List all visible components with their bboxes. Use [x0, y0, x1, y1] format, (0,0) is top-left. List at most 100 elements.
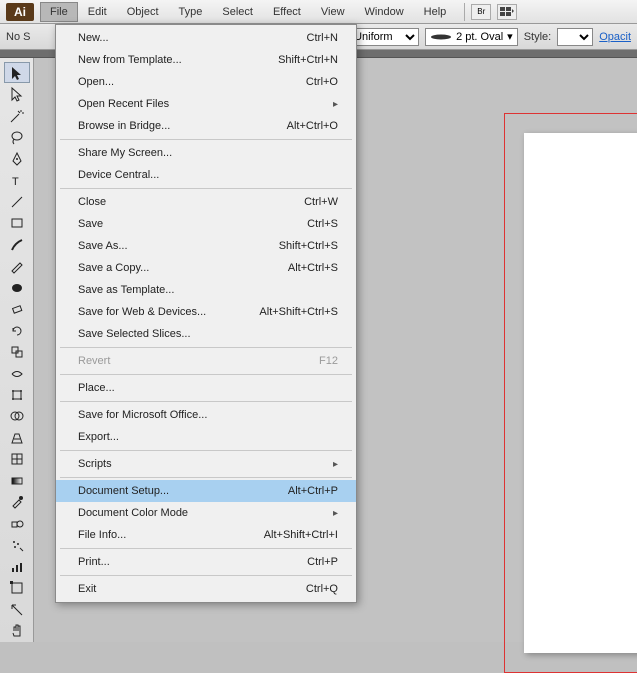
menu-type[interactable]: Type	[169, 2, 213, 22]
menu-item-file-info[interactable]: File Info...Alt+Shift+Ctrl+I	[56, 524, 356, 546]
menu-window[interactable]: Window	[355, 2, 414, 22]
stroke-profile-select[interactable]: Uniform	[349, 28, 419, 46]
style-select[interactable]	[557, 28, 593, 46]
menu-item-label: Print...	[78, 556, 307, 568]
pencil-tool[interactable]	[4, 255, 30, 276]
pencil-icon	[9, 258, 25, 274]
eyedropper-icon	[9, 494, 25, 510]
menu-effect[interactable]: Effect	[263, 2, 311, 22]
menu-item-exit[interactable]: ExitCtrl+Q	[56, 578, 356, 600]
grid-icon	[500, 7, 514, 17]
type-tool[interactable]: T	[4, 169, 30, 190]
menu-separator	[60, 477, 352, 478]
pen-tool[interactable]	[4, 148, 30, 169]
free-transform-tool[interactable]	[4, 384, 30, 405]
menu-item-open-recent-files[interactable]: Open Recent Files▸	[56, 93, 356, 115]
brush-label: 2 pt. Oval	[456, 31, 503, 43]
magic-wand-tool[interactable]	[4, 105, 30, 126]
brush-select[interactable]: 2 pt. Oval ▾	[425, 28, 518, 46]
menu-help[interactable]: Help	[414, 2, 457, 22]
free-transform-icon	[9, 387, 25, 403]
lasso-icon	[9, 129, 25, 145]
direct-selection-tool[interactable]	[4, 83, 30, 104]
menu-item-place[interactable]: Place...	[56, 377, 356, 399]
blend-tool[interactable]	[4, 513, 30, 534]
rotate-tool[interactable]	[4, 320, 30, 341]
artboard-tool[interactable]	[4, 578, 30, 599]
scale-tool[interactable]	[4, 341, 30, 362]
lasso-tool[interactable]	[4, 126, 30, 147]
selection-tool[interactable]	[4, 62, 30, 83]
menu-item-new[interactable]: New...Ctrl+N	[56, 27, 356, 49]
menu-item-shortcut: Ctrl+N	[307, 32, 338, 44]
width-tool[interactable]	[4, 363, 30, 384]
menu-item-save-for-web-devices[interactable]: Save for Web & Devices...Alt+Shift+Ctrl+…	[56, 301, 356, 323]
opacity-link[interactable]: Opacit	[599, 31, 631, 43]
menu-item-shortcut: Alt+Shift+Ctrl+S	[259, 306, 338, 318]
artboard[interactable]	[524, 133, 637, 653]
hand-icon	[9, 623, 25, 639]
menu-item-document-setup[interactable]: Document Setup...Alt+Ctrl+P	[56, 480, 356, 502]
menu-item-save-a-copy[interactable]: Save a Copy...Alt+Ctrl+S	[56, 257, 356, 279]
line-tool[interactable]	[4, 191, 30, 212]
menu-item-label: Exit	[78, 583, 306, 595]
menu-item-device-central[interactable]: Device Central...	[56, 164, 356, 186]
menu-item-save-as[interactable]: Save As...Shift+Ctrl+S	[56, 235, 356, 257]
menu-separator	[60, 401, 352, 402]
menu-object[interactable]: Object	[117, 2, 169, 22]
eraser-tool[interactable]	[4, 298, 30, 319]
chevron-right-icon: ▸	[333, 459, 338, 470]
menu-separator	[60, 450, 352, 451]
no-selection-label: No S	[6, 31, 30, 43]
blob-icon	[9, 280, 25, 296]
hand-tool[interactable]	[4, 621, 30, 642]
selection-icon	[9, 65, 25, 81]
menu-item-label: Open Recent Files	[78, 98, 333, 110]
menu-item-document-color-mode[interactable]: Document Color Mode▸	[56, 502, 356, 524]
mesh-tool[interactable]	[4, 449, 30, 470]
slice-tool[interactable]	[4, 599, 30, 620]
oval-brush-icon	[430, 33, 452, 41]
perspective-icon	[9, 430, 25, 446]
menu-item-new-from-template[interactable]: New from Template...Shift+Ctrl+N	[56, 49, 356, 71]
menu-item-shortcut: Alt+Ctrl+O	[287, 120, 338, 132]
menu-view[interactable]: View	[311, 2, 355, 22]
menu-item-save[interactable]: SaveCtrl+S	[56, 213, 356, 235]
menu-item-share-my-screen[interactable]: Share My Screen...	[56, 142, 356, 164]
menu-select[interactable]: Select	[212, 2, 263, 22]
brush-tool[interactable]	[4, 234, 30, 255]
menu-item-save-selected-slices[interactable]: Save Selected Slices...	[56, 323, 356, 345]
menu-item-browse-in-bridge[interactable]: Browse in Bridge...Alt+Ctrl+O	[56, 115, 356, 137]
graph-tool[interactable]	[4, 556, 30, 577]
symbol-sprayer-tool[interactable]	[4, 535, 30, 556]
bridge-button[interactable]: Br	[471, 4, 491, 20]
menu-file[interactable]: File	[40, 2, 78, 22]
menu-item-open[interactable]: Open...Ctrl+O	[56, 71, 356, 93]
menu-item-shortcut: Alt+Ctrl+S	[288, 262, 338, 274]
menu-item-scripts[interactable]: Scripts▸	[56, 453, 356, 475]
menu-item-label: Browse in Bridge...	[78, 120, 287, 132]
blob-tool[interactable]	[4, 277, 30, 298]
menu-item-close[interactable]: CloseCtrl+W	[56, 191, 356, 213]
eyedropper-tool[interactable]	[4, 492, 30, 513]
menu-item-shortcut: Alt+Ctrl+P	[288, 485, 338, 497]
menu-item-shortcut: F12	[319, 355, 338, 367]
rectangle-tool[interactable]	[4, 212, 30, 233]
graph-icon	[9, 559, 25, 575]
menu-item-save-for-microsoft-office[interactable]: Save for Microsoft Office...	[56, 404, 356, 426]
menubar-right: Br	[464, 3, 517, 21]
toolbox: T	[0, 58, 34, 642]
gradient-tool[interactable]	[4, 470, 30, 491]
perspective-tool[interactable]	[4, 427, 30, 448]
shape-builder-tool[interactable]	[4, 406, 30, 427]
rotate-icon	[9, 323, 25, 339]
menu-item-save-as-template[interactable]: Save as Template...	[56, 279, 356, 301]
menu-item-label: Save as Template...	[78, 284, 338, 296]
workspace-switcher-button[interactable]	[497, 4, 517, 20]
menu-edit[interactable]: Edit	[78, 2, 117, 22]
menu-item-label: Revert	[78, 355, 319, 367]
menu-item-label: New from Template...	[78, 54, 278, 66]
menu-item-print[interactable]: Print...Ctrl+P	[56, 551, 356, 573]
menu-item-export[interactable]: Export...	[56, 426, 356, 448]
width-icon	[9, 366, 25, 382]
